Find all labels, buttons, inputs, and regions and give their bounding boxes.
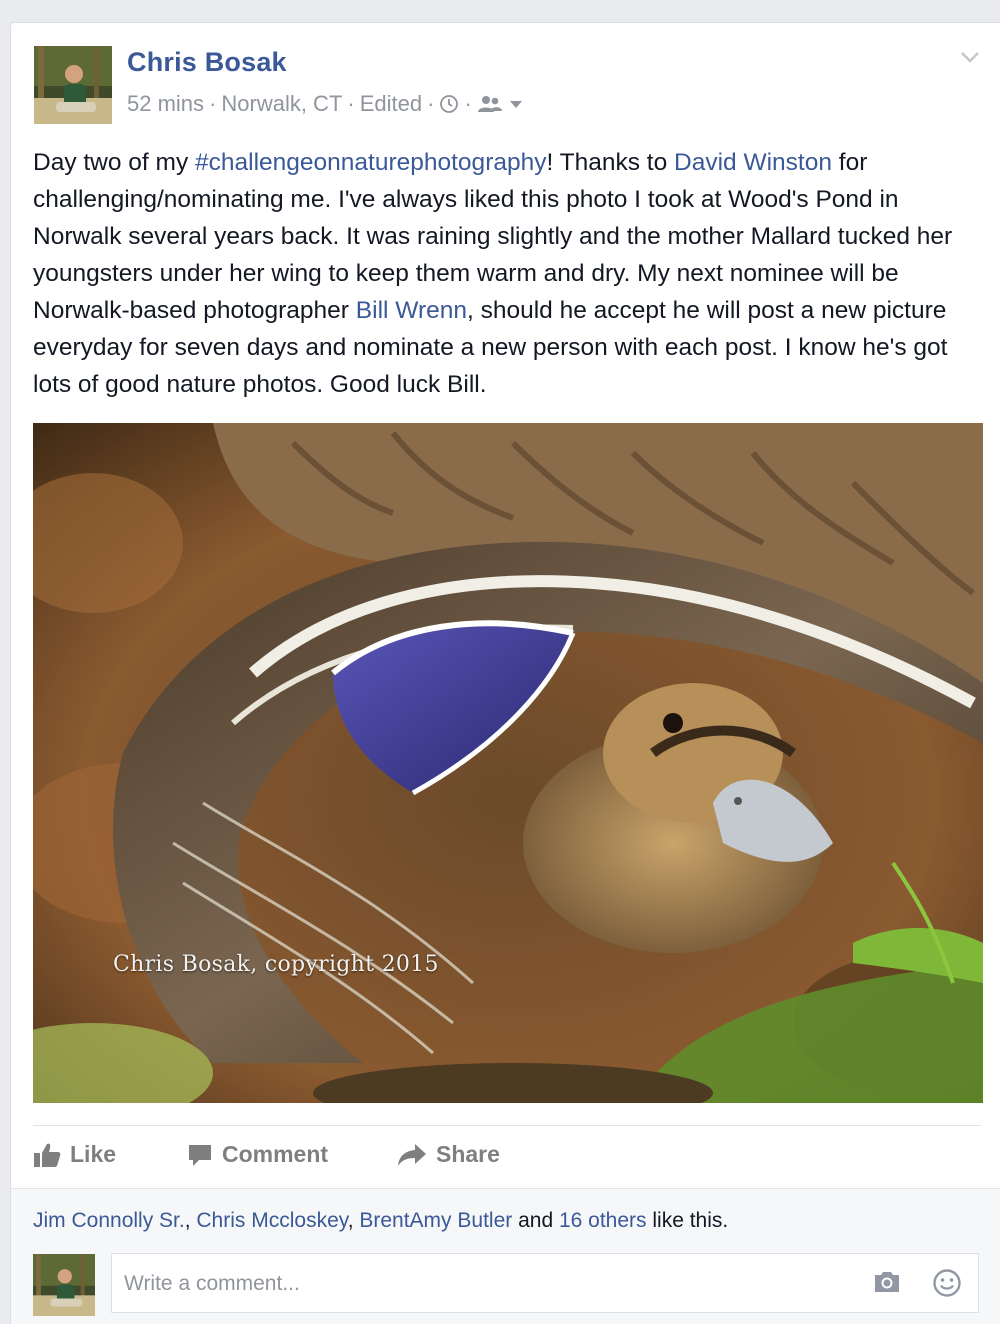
share-label: Share [436,1141,500,1167]
clock-icon[interactable] [439,94,459,114]
post-card: Chris Bosak 52 mins · Norwalk, CT · Edit… [10,22,1000,1324]
post-photo[interactable]: Chris Bosak, copyright 2015 [33,423,983,1103]
commenter-avatar[interactable] [33,1254,95,1316]
comment-input[interactable] [122,1254,856,1314]
post-location[interactable]: Norwalk, CT [221,91,342,117]
camera-icon[interactable] [872,1269,902,1295]
author-avatar[interactable] [34,46,112,124]
liker-link[interactable]: BrentAmy Butler [359,1209,512,1232]
friends-icon[interactable] [477,94,503,114]
ufi-section: Jim Connolly Sr., Chris Mccloskey, Brent… [11,1188,1000,1324]
post-text-segment: Day two of my [33,149,196,176]
liker-link[interactable]: Chris Mccloskey [196,1209,347,1232]
post-options-chevron-icon[interactable] [959,49,981,65]
likes-summary: Jim Connolly Sr., Chris Mccloskey, Brent… [33,1209,729,1232]
meta-separator: · [347,91,355,116]
comment-icon [189,1144,211,1166]
hashtag-link[interactable]: #challengeonnaturephotography [195,149,546,176]
like-label: Like [70,1141,117,1167]
likes-and: and [512,1209,559,1232]
post-body: Day two of my #challengeonnaturephotogra… [33,144,983,403]
actions-divider [33,1125,981,1126]
post-meta: 52 mins · Norwalk, CT · Edited · · [127,91,525,117]
smiley-icon[interactable] [932,1268,962,1298]
share-icon [398,1143,426,1166]
comment-box [111,1253,979,1314]
meta-separator: · [209,91,217,116]
post-text-segment: ! Thanks to [546,149,675,176]
like-icon [34,1143,61,1167]
liker-link[interactable]: Jim Connolly Sr. [33,1209,185,1232]
like-button[interactable]: Like [33,1141,116,1168]
mention-link[interactable]: David Winston [674,149,832,176]
post-time[interactable]: 52 mins [127,91,204,117]
meta-separator: · [464,91,472,116]
comment-label: Comment [222,1141,329,1167]
author-name[interactable]: Chris Bosak [127,47,287,78]
comment-button[interactable]: Comment [187,1141,328,1168]
audience-dropdown-icon[interactable] [507,94,525,114]
meta-separator: · [427,91,435,116]
mention-link[interactable]: Bill Wrenn [356,297,467,324]
likes-others-link[interactable]: 16 others [559,1209,647,1232]
post-edited[interactable]: Edited [360,91,422,117]
likes-suffix: like this. [646,1209,729,1232]
share-button[interactable]: Share [397,1141,500,1168]
photo-watermark: Chris Bosak, copyright 2015 [113,952,439,977]
